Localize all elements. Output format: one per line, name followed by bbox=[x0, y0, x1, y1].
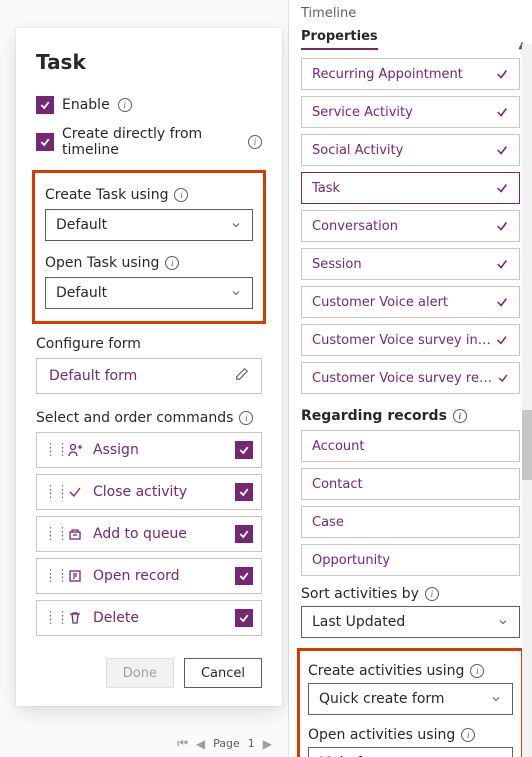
activity-customer-voice-alert[interactable]: Customer Voice alert bbox=[301, 286, 520, 318]
checkbox-icon[interactable] bbox=[235, 441, 253, 459]
configure-form-select[interactable]: Default form bbox=[36, 358, 262, 394]
check-icon bbox=[497, 371, 509, 385]
paginator: ⏮ ◀ Page 1 ▶ bbox=[0, 736, 272, 751]
tab-properties[interactable]: Properties bbox=[301, 29, 378, 50]
create-task-using-select[interactable]: Default bbox=[45, 209, 253, 241]
activity-customer-voice-response[interactable]: Customer Voice survey response bbox=[301, 362, 520, 394]
task-panel: Task Enable i Create directly from timel… bbox=[16, 28, 282, 706]
panel-title: Task bbox=[36, 50, 262, 74]
create-from-timeline-label: Create directly from timeline bbox=[62, 126, 240, 158]
drag-handle-icon[interactable]: ⋮⋮⋮⋮ bbox=[45, 530, 57, 538]
checkbox-icon[interactable] bbox=[235, 525, 253, 543]
activity-task[interactable]: Task bbox=[301, 172, 520, 204]
chevron-down-icon bbox=[230, 287, 242, 299]
callout-create-open: Create Task using i Default Open Task us… bbox=[32, 170, 266, 324]
next-page-icon[interactable]: ▶ bbox=[263, 737, 272, 751]
checkbox-icon[interactable] bbox=[235, 567, 253, 585]
open-activities-select[interactable]: Main form bbox=[308, 747, 513, 757]
first-page-icon[interactable]: ⏮ bbox=[177, 736, 188, 751]
checkbox-icon[interactable] bbox=[235, 483, 253, 501]
queue-icon bbox=[67, 526, 83, 542]
info-icon[interactable]: i bbox=[248, 135, 262, 149]
check-icon bbox=[67, 484, 83, 500]
check-icon bbox=[495, 181, 509, 195]
page-label: Page bbox=[213, 737, 240, 750]
create-activities-label: Create activities using i bbox=[308, 663, 513, 679]
regarding-case[interactable]: Case bbox=[301, 506, 520, 538]
checkbox-icon[interactable] bbox=[235, 609, 253, 627]
assign-icon bbox=[67, 442, 83, 458]
info-icon[interactable]: i bbox=[174, 188, 188, 202]
open-task-using-label: Open Task using i bbox=[45, 255, 253, 271]
page-value: 1 bbox=[248, 737, 255, 750]
command-add-to-queue[interactable]: ⋮⋮⋮⋮ Add to queue bbox=[36, 516, 262, 552]
enable-label: Enable bbox=[62, 97, 110, 113]
scrollbar-thumb[interactable] bbox=[522, 410, 532, 480]
activity-conversation[interactable]: Conversation bbox=[301, 210, 520, 242]
check-icon bbox=[495, 219, 509, 233]
check-icon bbox=[495, 333, 509, 347]
check-icon bbox=[495, 105, 509, 119]
command-close-activity[interactable]: ⋮⋮⋮⋮ Close activity bbox=[36, 474, 262, 510]
check-icon bbox=[495, 295, 509, 309]
info-icon[interactable]: i bbox=[165, 256, 179, 270]
regarding-opportunity[interactable]: Opportunity bbox=[301, 544, 520, 576]
left-pane: Task Enable i Create directly from timel… bbox=[0, 0, 289, 757]
check-icon bbox=[495, 143, 509, 157]
callout-activities: Create activities using i Quick create f… bbox=[297, 648, 524, 757]
command-delete[interactable]: ⋮⋮⋮⋮ Delete bbox=[36, 600, 262, 636]
create-activities-select[interactable]: Quick create form bbox=[308, 683, 513, 715]
cancel-button[interactable]: Cancel bbox=[184, 658, 262, 688]
info-icon[interactable]: i bbox=[118, 98, 132, 112]
regarding-records-label: Regarding records i bbox=[301, 408, 520, 424]
info-icon[interactable]: i bbox=[461, 728, 475, 742]
info-icon[interactable]: i bbox=[453, 409, 467, 423]
create-from-timeline-row[interactable]: Create directly from timeline i bbox=[36, 126, 262, 158]
commands-label: Select and order commands i bbox=[36, 410, 262, 426]
trash-icon bbox=[67, 610, 83, 626]
configure-form-label: Configure form bbox=[36, 336, 262, 352]
drag-handle-icon[interactable]: ⋮⋮⋮⋮ bbox=[45, 572, 57, 580]
regarding-account[interactable]: Account bbox=[301, 430, 520, 462]
command-open-record[interactable]: ⋮⋮⋮⋮ Open record bbox=[36, 558, 262, 594]
info-icon[interactable]: i bbox=[425, 587, 439, 601]
info-icon[interactable]: i bbox=[239, 411, 253, 425]
checkbox-icon bbox=[36, 96, 54, 114]
scrollbar-track[interactable] bbox=[522, 44, 532, 757]
check-icon bbox=[495, 67, 509, 81]
activity-social-activity[interactable]: Social Activity bbox=[301, 134, 520, 166]
activity-session[interactable]: Session bbox=[301, 248, 520, 280]
open-task-using-select[interactable]: Default bbox=[45, 277, 253, 309]
checkbox-icon bbox=[36, 133, 54, 151]
drag-handle-icon[interactable]: ⋮⋮⋮⋮ bbox=[45, 446, 57, 454]
activity-customer-voice-invite[interactable]: Customer Voice survey invite bbox=[301, 324, 520, 356]
drag-handle-icon[interactable]: ⋮⋮⋮⋮ bbox=[45, 614, 57, 622]
regarding-contact[interactable]: Contact bbox=[301, 468, 520, 500]
sort-activities-label: Sort activities by i bbox=[301, 586, 520, 602]
activity-service-activity[interactable]: Service Activity bbox=[301, 96, 520, 128]
open-activities-label: Open activities using i bbox=[308, 727, 513, 743]
right-pane: Timeline Properties ▲ Recurring Appointm… bbox=[289, 0, 532, 757]
prev-page-icon[interactable]: ◀ bbox=[196, 737, 205, 751]
check-icon bbox=[495, 257, 509, 271]
chevron-down-icon bbox=[490, 693, 502, 705]
chevron-down-icon bbox=[230, 219, 242, 231]
drag-handle-icon[interactable]: ⋮⋮⋮⋮ bbox=[45, 488, 57, 496]
open-record-icon bbox=[67, 568, 83, 584]
enable-row[interactable]: Enable i bbox=[36, 96, 262, 114]
info-icon[interactable]: i bbox=[470, 664, 484, 678]
command-assign[interactable]: ⋮⋮⋮⋮ Assign bbox=[36, 432, 262, 468]
activity-list: Recurring Appointment Service Activity S… bbox=[289, 52, 532, 394]
create-task-using-label: Create Task using i bbox=[45, 187, 253, 203]
chevron-down-icon bbox=[497, 616, 509, 628]
activity-recurring-appointment[interactable]: Recurring Appointment bbox=[301, 58, 520, 90]
done-button: Done bbox=[106, 658, 174, 688]
sort-activities-select[interactable]: Last Updated bbox=[301, 606, 520, 638]
edit-icon[interactable] bbox=[235, 367, 249, 385]
